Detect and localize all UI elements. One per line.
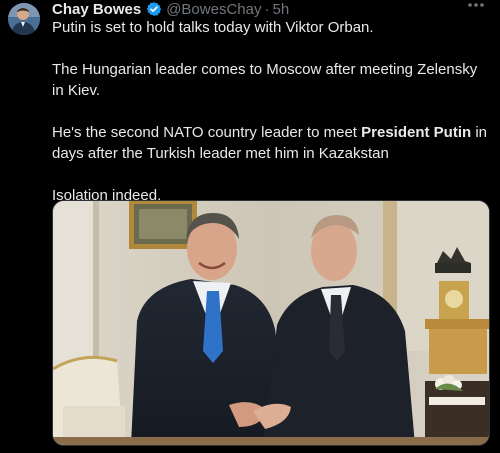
tweet-paragraph-3: He's the second NATO country leader to m… (52, 122, 492, 164)
author-name[interactable]: Chay Bowes (52, 1, 141, 18)
tweet[interactable]: Chay Bowes @BowesChay · 5h Putin is set … (0, 0, 500, 453)
tweet-header: Chay Bowes @BowesChay · 5h (52, 0, 289, 18)
tweet-paragraph-2: The Hungarian leader comes to Moscow aft… (52, 61, 478, 99)
tweet-paragraph-1: Putin is set to hold talks today with Vi… (52, 19, 374, 36)
bold-mention: President Putin (361, 124, 472, 141)
header-separator: · (264, 0, 270, 18)
tweet-text: Putin is set to hold talks today with Vi… (52, 17, 492, 206)
author-handle[interactable]: @BowesChay (166, 1, 261, 18)
verified-badge-icon (146, 1, 162, 17)
more-options-icon[interactable] (466, 0, 488, 14)
author-avatar[interactable] (8, 3, 40, 35)
tweet-timestamp[interactable]: 5h (272, 1, 289, 18)
paragraph-3-lead: He's the second NATO country leader to m… (52, 124, 362, 141)
tweet-photo[interactable] (52, 200, 490, 446)
